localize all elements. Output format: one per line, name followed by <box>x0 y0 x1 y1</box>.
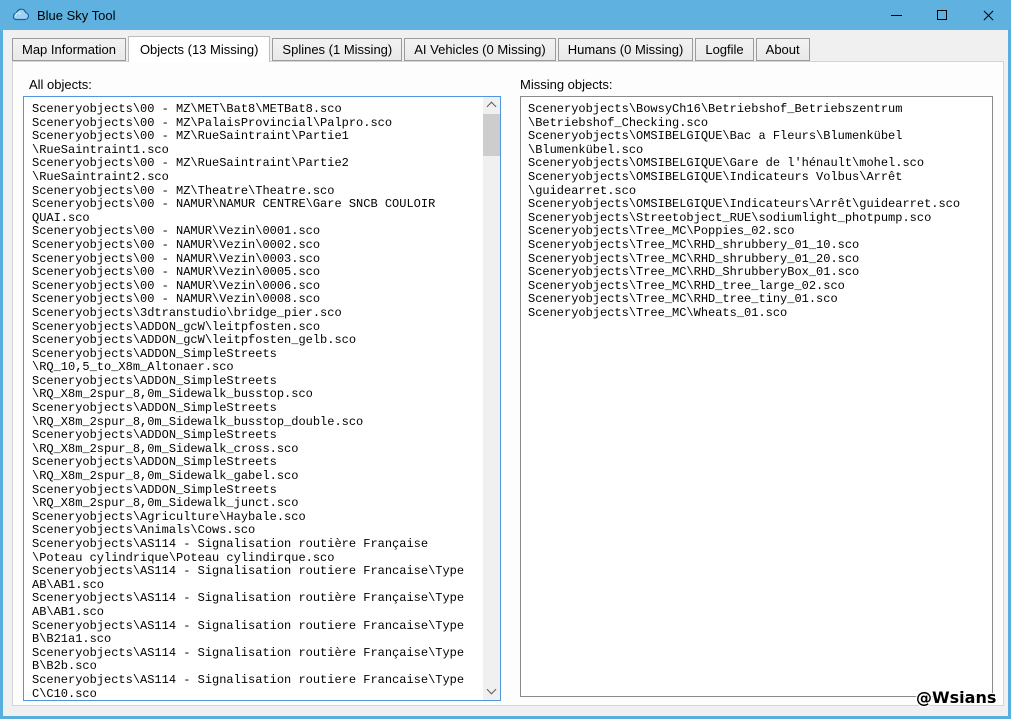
list-line[interactable]: Sceneryobjects\OMSIBELGIQUE\Indicateurs … <box>528 171 992 185</box>
list-line[interactable]: Sceneryobjects\AS114 - Signalisation rou… <box>32 538 500 552</box>
list-line[interactable]: Sceneryobjects\Animals\Cows.sco <box>32 524 500 538</box>
list-line[interactable]: Sceneryobjects\00 - NAMUR\Vezin\0001.sco <box>32 225 500 239</box>
list-line[interactable]: Sceneryobjects\ADDON_SimpleStreets <box>32 484 500 498</box>
list-line[interactable]: B\B21a1.sco <box>32 633 500 647</box>
list-line[interactable]: Sceneryobjects\Tree_MC\RHD_shrubbery_01_… <box>528 239 992 253</box>
list-line[interactable]: Sceneryobjects\00 - MZ\Theatre\Theatre.s… <box>32 185 500 199</box>
scrollbar-thumb[interactable] <box>483 114 500 156</box>
list-line[interactable]: \guidearret.sco <box>528 185 992 199</box>
list-line[interactable]: Sceneryobjects\ADDON_gcW\leitpfosten_gel… <box>32 334 500 348</box>
list-line[interactable]: \Poteau cylindrique\Poteau cylindirque.s… <box>32 552 500 566</box>
maximize-button[interactable] <box>919 0 965 30</box>
list-line[interactable]: Sceneryobjects\Agriculture\Haybale.sco <box>32 511 500 525</box>
title-bar[interactable]: Blue Sky Tool <box>0 0 1011 30</box>
list-line[interactable]: Sceneryobjects\BowsyCh16\Betriebshof_Bet… <box>528 103 992 117</box>
tab-map-information[interactable]: Map Information <box>12 38 126 61</box>
list-line[interactable]: Sceneryobjects\AS114 - Signalisation rou… <box>32 565 500 579</box>
list-line[interactable]: Sceneryobjects\00 - MZ\RueSaintraint\Par… <box>32 130 500 144</box>
cloud-app-icon <box>11 8 29 22</box>
app-window: Blue Sky Tool Map Information Objects (1… <box>0 0 1011 719</box>
maximize-icon <box>937 10 947 20</box>
list-line[interactable]: Sceneryobjects\00 - NAMUR\Vezin\0002.sco <box>32 239 500 253</box>
list-line[interactable]: \Blumenkübel.sco <box>528 144 992 158</box>
tab-logfile[interactable]: Logfile <box>695 38 753 61</box>
all-objects-listbox[interactable]: Sceneryobjects\00 - MZ\MET\Bat8\METBat8.… <box>23 96 501 701</box>
tab-ai-vehicles[interactable]: AI Vehicles (0 Missing) <box>404 38 556 61</box>
list-line[interactable]: B\B2b.sco <box>32 660 500 674</box>
list-line[interactable]: Sceneryobjects\3dtranstudio\bridge_pier.… <box>32 307 500 321</box>
scroll-up-button[interactable] <box>483 97 500 114</box>
list-line[interactable]: \RQ_X8m_2spur_8,0m_Sidewalk_gabel.sco <box>32 470 500 484</box>
list-line[interactable]: Sceneryobjects\Tree_MC\RHD_tree_tiny_01.… <box>528 293 992 307</box>
chevron-down-icon <box>487 685 497 695</box>
all-objects-label: All objects: <box>29 77 92 92</box>
list-line[interactable]: AB\AB1.sco <box>32 606 500 620</box>
list-line[interactable]: Sceneryobjects\Streetobject_RUE\sodiumli… <box>528 212 992 226</box>
list-line[interactable]: AB\AB1.sco <box>32 579 500 593</box>
list-line[interactable]: \Betriebshof_Checking.sco <box>528 117 992 131</box>
list-line[interactable]: Sceneryobjects\AS114 - Signalisation rou… <box>32 647 500 661</box>
missing-objects-label: Missing objects: <box>520 77 612 92</box>
list-line[interactable]: \RueSaintraint2.sco <box>32 171 500 185</box>
list-line[interactable]: Sceneryobjects\OMSIBELGIQUE\Bac a Fleurs… <box>528 130 992 144</box>
minimize-button[interactable] <box>873 0 919 30</box>
scroll-down-button[interactable] <box>483 683 500 700</box>
list-line[interactable]: Sceneryobjects\Tree_MC\Wheats_01.sco <box>528 307 992 321</box>
list-line[interactable]: Sceneryobjects\00 - NAMUR\NAMUR CENTRE\G… <box>32 198 500 212</box>
list-line[interactable]: Sceneryobjects\ADDON_gcW\leitpfosten.sco <box>32 321 500 335</box>
list-line[interactable]: Sceneryobjects\ADDON_SimpleStreets <box>32 375 500 389</box>
list-line[interactable]: \RueSaintraint1.sco <box>32 144 500 158</box>
list-line[interactable]: Sceneryobjects\ADDON_SimpleStreets <box>32 402 500 416</box>
list-line[interactable]: Sceneryobjects\AS114 - Signalisation rou… <box>32 620 500 634</box>
list-line[interactable]: Sceneryobjects\AS114 - Signalisation rou… <box>32 592 500 606</box>
list-line[interactable]: Sceneryobjects\00 - MZ\PalaisProvincial\… <box>32 117 500 131</box>
missing-objects-listbox[interactable]: Sceneryobjects\BowsyCh16\Betriebshof_Bet… <box>520 96 993 697</box>
tab-splines[interactable]: Splines (1 Missing) <box>272 38 402 61</box>
list-line[interactable]: QUAI.sco <box>32 212 500 226</box>
list-line[interactable]: Sceneryobjects\Tree_MC\RHD_shrubbery_01_… <box>528 253 992 267</box>
list-line[interactable]: \RQ_X8m_2spur_8,0m_Sidewalk_cross.sco <box>32 443 500 457</box>
window-title: Blue Sky Tool <box>37 8 116 23</box>
window-controls <box>873 0 1011 30</box>
list-line[interactable]: Sceneryobjects\Tree_MC\Poppies_02.sco <box>528 225 992 239</box>
list-line[interactable]: Sceneryobjects\Tree_MC\RHD_tree_large_02… <box>528 280 992 294</box>
list-line[interactable]: Sceneryobjects\OMSIBELGIQUE\Indicateurs\… <box>528 198 992 212</box>
list-line[interactable]: \RQ_X8m_2spur_8,0m_Sidewalk_junct.sco <box>32 497 500 511</box>
list-line[interactable]: Sceneryobjects\00 - NAMUR\Vezin\0006.sco <box>32 280 500 294</box>
list-line[interactable]: Sceneryobjects\00 - NAMUR\Vezin\0005.sco <box>32 266 500 280</box>
list-line[interactable]: Sceneryobjects\OMSIBELGIQUE\Gare de l'hé… <box>528 157 992 171</box>
tab-objects[interactable]: Objects (13 Missing) <box>128 36 270 62</box>
all-objects-scrollbar[interactable] <box>483 97 500 700</box>
tab-humans[interactable]: Humans (0 Missing) <box>558 38 694 61</box>
list-line[interactable]: Sceneryobjects\00 - MZ\RueSaintraint\Par… <box>32 157 500 171</box>
list-line[interactable]: Sceneryobjects\ADDON_SimpleStreets <box>32 456 500 470</box>
list-line[interactable]: Sceneryobjects\Tree_MC\RHD_ShrubberyBox_… <box>528 266 992 280</box>
list-line[interactable]: \RQ_X8m_2spur_8,0m_Sidewalk_busstop_doub… <box>32 416 500 430</box>
close-button[interactable] <box>965 0 1011 30</box>
list-line[interactable]: \RQ_X8m_2spur_8,0m_Sidewalk_busstop.sco <box>32 388 500 402</box>
list-line[interactable]: Sceneryobjects\00 - NAMUR\Vezin\0003.sco <box>32 253 500 267</box>
watermark: @Wsians <box>916 688 996 707</box>
list-line[interactable]: Sceneryobjects\00 - NAMUR\Vezin\0008.sco <box>32 293 500 307</box>
list-line[interactable]: \RQ_10,5_to_X8m_Altonaer.sco <box>32 361 500 375</box>
list-line[interactable]: Sceneryobjects\ADDON_SimpleStreets <box>32 429 500 443</box>
tab-about[interactable]: About <box>756 38 810 61</box>
minimize-icon <box>891 15 902 16</box>
chevron-up-icon <box>487 102 497 112</box>
list-line[interactable]: C\C10.sco <box>32 688 500 701</box>
list-line[interactable]: Sceneryobjects\00 - MZ\MET\Bat8\METBat8.… <box>32 103 500 117</box>
tab-strip: Map Information Objects (13 Missing) Spl… <box>12 36 812 61</box>
list-line[interactable]: Sceneryobjects\ADDON_SimpleStreets <box>32 348 500 362</box>
list-line[interactable]: Sceneryobjects\AS114 - Signalisation rou… <box>32 674 500 688</box>
